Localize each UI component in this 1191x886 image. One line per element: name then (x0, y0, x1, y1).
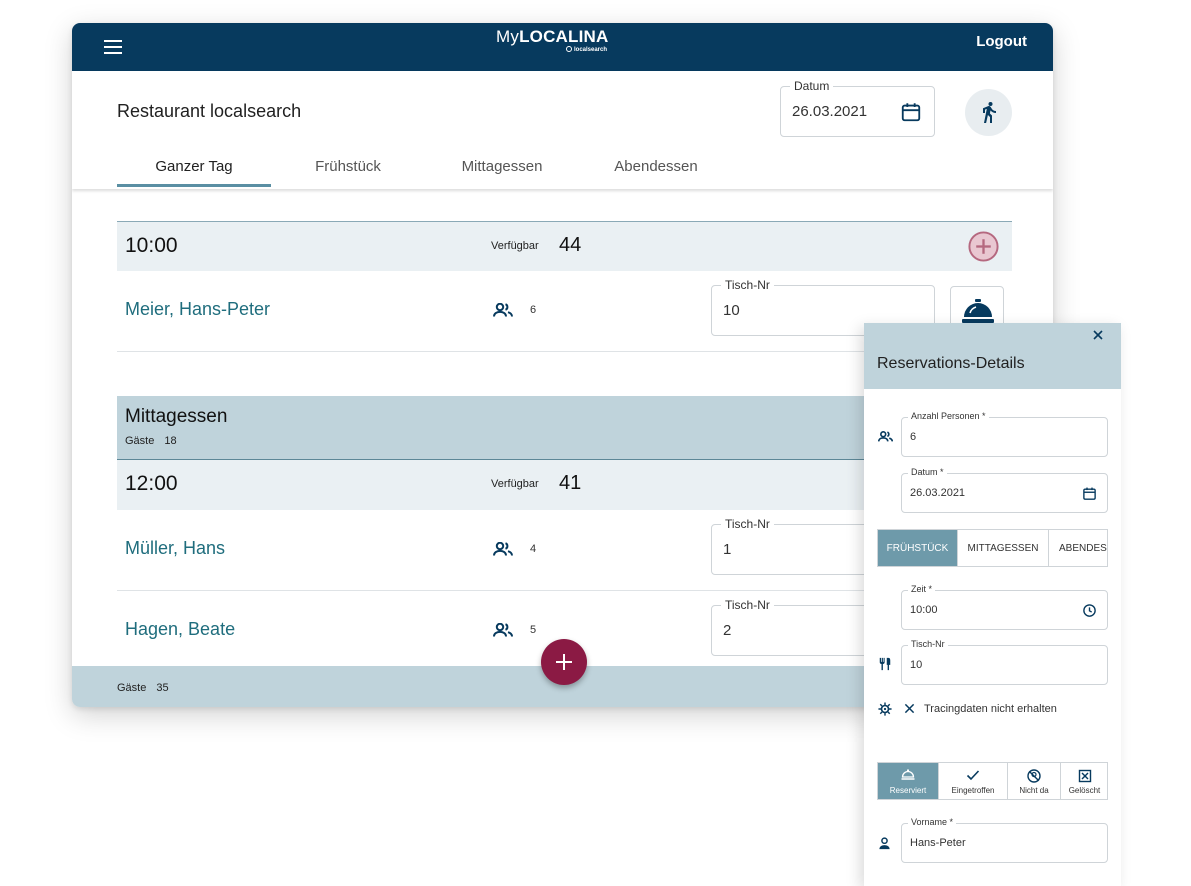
date-label: Datum * (908, 467, 947, 478)
slot-available-value: 44 (559, 234, 582, 256)
people-icon (493, 542, 513, 556)
people-icon (493, 303, 513, 317)
time-label: Zeit * (908, 584, 936, 595)
status-geloescht-button[interactable]: Gelöscht (1061, 763, 1107, 799)
slot-available-value: 41 (559, 472, 582, 494)
close-icon[interactable] (1091, 328, 1105, 342)
firstname-label: Vorname * (908, 817, 957, 828)
date-field[interactable]: Datum 26.03.2021 (780, 79, 935, 137)
section-guests-count: 18 (164, 435, 177, 447)
persons-label: Anzahl Personen * (908, 411, 989, 422)
logo-brand-text: LOCALINA (519, 27, 609, 46)
status-eingetroffen-button[interactable]: Eingetroffen (939, 763, 1008, 799)
status-label: Nicht da (1019, 786, 1049, 795)
date-input[interactable]: Datum * 26.03.2021 (901, 467, 1108, 513)
no-show-icon (1027, 769, 1041, 783)
status-reserviert-button[interactable]: Reserviert (878, 763, 939, 799)
restaurant-title: Restaurant localsearch (117, 101, 302, 121)
table-value[interactable]: 10 (910, 659, 922, 671)
slot-available-label: Verfügbar (491, 478, 539, 490)
table-number-label: Tisch-Nr (721, 278, 774, 292)
panel-title: Reservations-Details (877, 355, 1025, 372)
table-number-label: Tisch-Nr (721, 598, 774, 612)
hamburger-menu-icon[interactable] (104, 36, 122, 56)
cross-icon (904, 703, 915, 714)
calendar-icon[interactable] (900, 101, 922, 123)
date-value[interactable]: 26.03.2021 (910, 487, 965, 499)
bell-icon (901, 769, 915, 780)
time-input[interactable]: Zeit * 10:00 (901, 584, 1108, 630)
time-value[interactable]: 10:00 (910, 604, 938, 616)
date-field-value[interactable]: 26.03.2021 (792, 103, 867, 120)
virus-icon (878, 702, 892, 716)
logout-button[interactable]: Logout (976, 33, 1027, 50)
slot-time: 12:00 (125, 472, 178, 495)
meal-tab-bar: Ganzer Tag Frühstück Mittagessen Abendes… (117, 153, 733, 187)
table-input[interactable]: Tisch-Nr 10 (901, 639, 1108, 685)
people-icon (878, 431, 893, 442)
delete-box-icon (1078, 769, 1091, 783)
slot-available-label: Verfügbar (491, 240, 539, 252)
panel-header: Reservations-Details (864, 323, 1121, 389)
clock-icon[interactable] (1082, 603, 1097, 618)
guest-name-link[interactable]: Hagen, Beate (125, 619, 235, 640)
tab-ganzer-tag[interactable]: Ganzer Tag (117, 153, 271, 187)
add-reservation-fab[interactable] (541, 639, 587, 685)
toggle-abendessen[interactable]: ABENDESSEN (1049, 530, 1107, 566)
reservation-status-group: Reserviert Eingetroffen Nicht da Gelösch… (877, 762, 1108, 800)
walk-in-button[interactable] (965, 89, 1012, 136)
status-label: Reserviert (889, 786, 927, 795)
guest-name-link[interactable]: Meier, Hans-Peter (125, 299, 270, 320)
firstname-value[interactable]: Hans-Peter (910, 837, 966, 849)
top-app-bar: MyLOCALINA localsearch Logout (72, 23, 1053, 71)
section-guests: Gäste 18 (125, 435, 177, 447)
toggle-mittagessen[interactable]: MITTAGESSEN (958, 530, 1049, 566)
footer-guests: Gäste 35 (117, 682, 169, 694)
toggle-fruehstueck[interactable]: FRÜHSTÜCK (878, 530, 958, 566)
service-bell-icon (962, 299, 994, 323)
table-number-value[interactable]: 2 (723, 622, 731, 639)
status-label: Gelöscht (1068, 786, 1101, 795)
footer-guests-count: 35 (156, 682, 169, 694)
persons-input[interactable]: Anzahl Personen * 6 (901, 411, 1108, 457)
check-icon (966, 770, 980, 781)
footer-guests-label: Gäste (117, 682, 147, 694)
tab-mittagessen[interactable]: Mittagessen (425, 153, 579, 187)
persons-count: 4 (530, 543, 537, 555)
guest-name-link[interactable]: Müller, Hans (125, 538, 225, 559)
persons-count: 6 (530, 304, 537, 316)
cutlery-icon (879, 657, 891, 671)
slot-time: 10:00 (125, 234, 178, 257)
date-field-label: Datum (790, 79, 834, 93)
tab-fruehstueck[interactable]: Frühstück (271, 153, 425, 187)
table-number-value[interactable]: 1 (723, 541, 731, 558)
tracing-status: Tracingdaten nicht erhalten (878, 701, 1108, 717)
status-nicht-da-button[interactable]: Nicht da (1008, 763, 1061, 799)
person-icon (879, 837, 890, 850)
add-reservation-circle-icon[interactable] (967, 230, 1000, 263)
status-label: Eingetroffen (951, 786, 995, 795)
section-title: Mittagessen (125, 406, 228, 427)
reservation-details-panel: Reservations-Details Anzahl Personen * 6… (864, 323, 1121, 886)
plus-icon (556, 654, 572, 670)
table-number-label: Tisch-Nr (721, 517, 774, 531)
meal-toggle-group: FRÜHSTÜCK MITTAGESSEN ABENDESSEN (877, 529, 1108, 567)
logo-my-text: My (496, 27, 520, 46)
tracing-text: Tracingdaten nicht erhalten (924, 703, 1057, 715)
people-icon (493, 623, 513, 637)
calendar-icon[interactable] (1082, 486, 1097, 501)
logo-sub-text: localsearch (574, 47, 608, 53)
logo-dot-icon (566, 46, 572, 52)
mylocalina-logo: MyLOCALINA localsearch (496, 26, 608, 62)
firstname-input[interactable]: Vorname * Hans-Peter (901, 817, 1108, 863)
tab-abendessen[interactable]: Abendessen (579, 153, 733, 187)
persons-value[interactable]: 6 (910, 431, 916, 443)
page-header: Restaurant localsearch Datum 26.03.2021 … (72, 71, 1053, 189)
walking-person-icon (983, 102, 996, 123)
table-number-value[interactable]: 10 (723, 302, 740, 319)
section-guests-label: Gäste (125, 435, 155, 447)
table-label: Tisch-Nr (908, 639, 948, 650)
time-slot-row: 10:00 Verfügbar 44 (117, 221, 1012, 271)
persons-count: 5 (530, 624, 537, 636)
